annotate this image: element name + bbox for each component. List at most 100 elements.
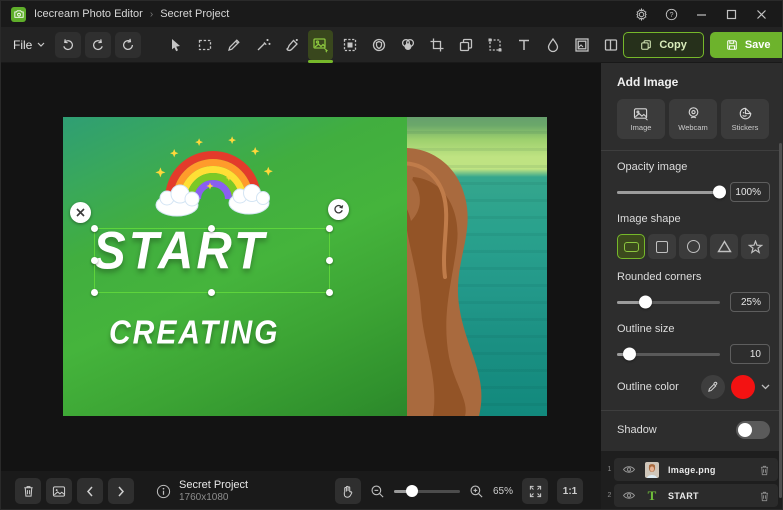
resize-handle-bottom-right[interactable]: [326, 289, 333, 296]
layer-item-start[interactable]: T START: [614, 484, 778, 507]
shadow-toggle[interactable]: [736, 421, 770, 439]
shape-square-button[interactable]: [648, 234, 676, 259]
resize-handle-bottom-middle[interactable]: [208, 289, 215, 296]
undo-button[interactable]: [55, 32, 81, 58]
opacity-value[interactable]: 100%: [730, 182, 770, 202]
rounded-corners-value[interactable]: 25%: [730, 292, 770, 312]
reset-button[interactable]: [115, 32, 141, 58]
image-icon: [52, 485, 66, 498]
opacity-label: Opacity image: [617, 161, 770, 173]
layer-thumbnail: [645, 462, 659, 478]
delete-project-button[interactable]: [15, 478, 41, 504]
eyedropper-button[interactable]: [701, 375, 725, 399]
delete-selection-button[interactable]: [70, 202, 91, 223]
outline-size-value[interactable]: 10: [730, 344, 770, 364]
add-image-tool[interactable]: [308, 30, 333, 60]
image-icon: [633, 107, 649, 121]
panel-title: Add Image: [617, 75, 770, 89]
canvas-workspace[interactable]: START CREATING: [1, 63, 601, 471]
rounded-corners-knob[interactable]: [639, 296, 652, 309]
chevron-left-icon: [86, 486, 94, 497]
eye-visibility-icon[interactable]: [622, 464, 636, 475]
divider: [601, 410, 783, 411]
zoom-out-icon[interactable]: [370, 484, 385, 499]
previous-button[interactable]: [77, 478, 103, 504]
next-button[interactable]: [108, 478, 134, 504]
resize-handle-top-right[interactable]: [326, 225, 333, 232]
pencil-tool[interactable]: [221, 30, 246, 60]
image-frame-tool[interactable]: [569, 30, 594, 60]
split-layout-tool[interactable]: [598, 30, 623, 60]
magic-wand-tool[interactable]: [250, 30, 275, 60]
opacity-slider-knob[interactable]: [713, 186, 726, 199]
settings-gear-icon[interactable]: [628, 4, 654, 24]
text-tool[interactable]: [511, 30, 536, 60]
redo-button[interactable]: [85, 32, 111, 58]
copy-button-label: Copy: [659, 39, 687, 51]
marquee-select-tool[interactable]: [192, 30, 217, 60]
add-image-source-button[interactable]: Image: [617, 99, 665, 139]
rounded-corners-slider[interactable]: [617, 301, 720, 304]
resize-handle-bottom-left[interactable]: [91, 289, 98, 296]
hand-icon: [341, 484, 354, 498]
opacity-slider[interactable]: [617, 191, 720, 194]
frame-tool[interactable]: [337, 30, 362, 60]
outline-size-knob[interactable]: [623, 348, 636, 361]
rotate-selection-button[interactable]: [328, 199, 349, 220]
canvas-image[interactable]: START CREATING: [63, 117, 547, 416]
resize-handle-middle-left[interactable]: [91, 257, 98, 264]
outline-color-swatch[interactable]: [731, 375, 755, 399]
zoom-slider-knob[interactable]: [406, 485, 418, 497]
gallery-button[interactable]: [46, 478, 72, 504]
outline-size-slider[interactable]: [617, 353, 720, 356]
file-menu-button[interactable]: File: [13, 38, 45, 52]
crop-tool[interactable]: [424, 30, 449, 60]
toolbar: File: [1, 27, 783, 63]
shape-circle-button[interactable]: [679, 234, 707, 259]
hand-pan-tool[interactable]: [335, 478, 361, 504]
source-label: Webcam: [678, 123, 707, 132]
photo-editor-window: Icecream Photo Editor › Secret Project ?…: [0, 0, 783, 510]
chevron-down-icon[interactable]: [761, 384, 770, 390]
zoom-in-icon[interactable]: [469, 484, 484, 499]
fit-to-screen-button[interactable]: [522, 478, 548, 504]
layer-delete-trash-icon[interactable]: [759, 464, 770, 476]
shape-star-button[interactable]: [741, 234, 769, 259]
panel-scrollbar[interactable]: [779, 143, 782, 498]
minimize-button[interactable]: [688, 4, 714, 24]
resize-handle-top-left[interactable]: [91, 225, 98, 232]
chevron-down-icon: [37, 42, 45, 47]
sticker-tool[interactable]: [366, 30, 391, 60]
selection-box[interactable]: [94, 228, 330, 293]
divider: [601, 150, 783, 151]
duplicate-tool[interactable]: [453, 30, 478, 60]
effects-brush-tool[interactable]: [279, 30, 304, 60]
blur-drop-tool[interactable]: [540, 30, 565, 60]
pointer-tool[interactable]: [163, 30, 188, 60]
eyedropper-icon: [707, 381, 719, 393]
zoom-slider[interactable]: [394, 490, 460, 493]
webcam-source-button[interactable]: Webcam: [669, 99, 717, 139]
rounded-rect-icon: [624, 242, 639, 252]
rainbow-sticker[interactable]: [151, 135, 276, 220]
shape-triangle-button[interactable]: [710, 234, 738, 259]
resize-handle-middle-right[interactable]: [326, 257, 333, 264]
actual-size-button[interactable]: 1:1: [557, 478, 583, 504]
color-adjust-tool[interactable]: [395, 30, 420, 60]
help-icon[interactable]: ?: [658, 4, 684, 24]
layer-item-image-png[interactable]: Image.png: [614, 458, 778, 481]
copy-button[interactable]: Copy: [623, 32, 704, 58]
layer-delete-trash-icon[interactable]: [759, 490, 770, 502]
close-button[interactable]: [748, 4, 774, 24]
maximize-button[interactable]: [718, 4, 744, 24]
resize-handle-top-middle[interactable]: [208, 225, 215, 232]
chevron-right-icon: [117, 486, 125, 497]
eye-visibility-icon[interactable]: [622, 490, 636, 501]
shape-rounded-rect-button[interactable]: [617, 234, 645, 259]
close-icon: [76, 208, 85, 217]
save-button[interactable]: Save: [710, 32, 783, 58]
transform-tool[interactable]: [482, 30, 507, 60]
stickers-source-button[interactable]: Stickers: [721, 99, 769, 139]
zoom-percentage: 65%: [493, 486, 513, 497]
creating-text-layer[interactable]: CREATING: [109, 315, 279, 352]
